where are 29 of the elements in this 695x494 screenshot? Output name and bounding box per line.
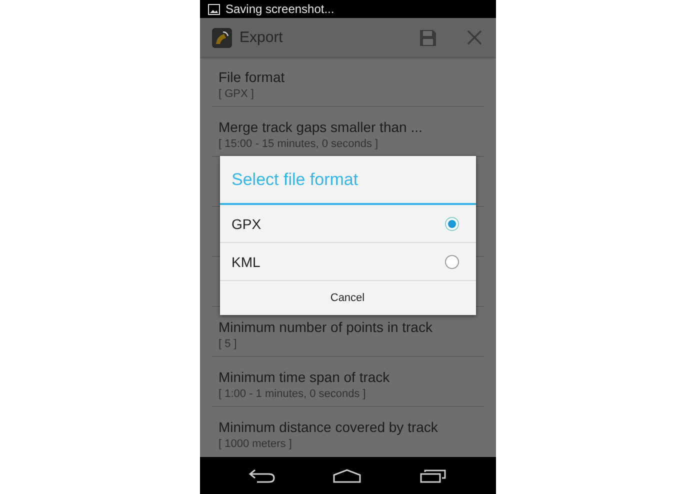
format-option[interactable]: GPX: [220, 205, 476, 243]
option-label: KML: [232, 254, 260, 270]
cancel-button[interactable]: Cancel: [220, 281, 476, 315]
setting-title: Minimum distance covered by track: [218, 419, 439, 435]
image-icon: [208, 4, 220, 14]
settings-item[interactable]: File format [ GPX ]: [212, 57, 484, 107]
app-icon: [212, 28, 232, 48]
radio-button[interactable]: [444, 216, 458, 230]
setting-value: [ 15:00 - 15 minutes, 0 seconds ]: [218, 138, 380, 150]
screen-title: Export: [240, 29, 283, 46]
dialog-title: Select file format: [220, 156, 476, 205]
settings-item[interactable]: Minimum distance covered by track [ 1000 meters ]: [212, 407, 484, 457]
setting-title: File format: [218, 68, 286, 84]
save-icon[interactable]: [418, 28, 436, 46]
setting-value: [ 1000 meters ]: [218, 438, 293, 450]
back-icon[interactable]: [248, 468, 275, 482]
radio-button[interactable]: [444, 254, 458, 268]
setting-value: [ GPX ]: [218, 88, 255, 100]
recent-apps-icon[interactable]: [420, 468, 446, 482]
setting-value: [ 5 ]: [218, 338, 238, 350]
notification-text: Saving screenshot...: [226, 2, 334, 16]
setting-title: Minimum number of points in track: [218, 318, 434, 334]
option-label: GPX: [232, 216, 262, 232]
settings-item[interactable]: Minimum time span of track [ 1:00 - 1 minutes, 0 seconds ]: [212, 357, 484, 407]
setting-value: [ 1:00 - 1 minutes, 0 seconds ]: [218, 388, 367, 400]
close-icon[interactable]: [466, 30, 482, 45]
home-icon[interactable]: [333, 468, 362, 482]
setting-title: Merge track gaps smaller than ...: [218, 118, 424, 134]
setting-title: Minimum time span of track: [218, 368, 391, 384]
